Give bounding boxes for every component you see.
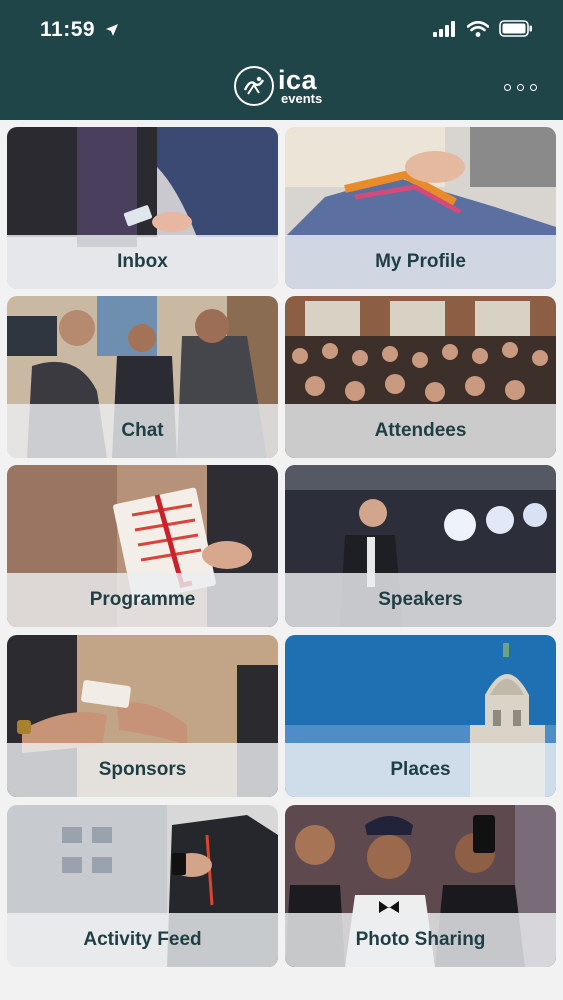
tile-label-band: Sponsors <box>7 743 278 797</box>
tile-places[interactable]: Places <box>285 635 556 797</box>
logo-subtitle: events <box>281 91 323 106</box>
tile-label-band: Activity Feed <box>7 913 278 967</box>
tile-label: Chat <box>121 420 164 441</box>
status-icons <box>433 20 533 37</box>
tile-label-band: My Profile <box>285 235 556 289</box>
more-icon[interactable] <box>504 84 537 91</box>
tile-photo-sharing[interactable]: Photo Sharing <box>285 805 556 967</box>
tile-label: Places <box>390 759 451 780</box>
tile-label: Programme <box>89 589 196 610</box>
tile-label: Speakers <box>378 589 463 610</box>
menu-grid: Inbox My Profile Chat Attendees Programm… <box>0 120 563 1000</box>
tile-label-band: Photo Sharing <box>285 913 556 967</box>
tile-label-band: Attendees <box>285 404 556 458</box>
tile-label: Photo Sharing <box>355 929 486 950</box>
app-header: 11:59 ica events <box>0 0 563 120</box>
tile-label: Activity Feed <box>83 929 202 950</box>
tile-sponsors[interactable]: Sponsors <box>7 635 278 797</box>
tile-label: My Profile <box>375 251 466 272</box>
battery-icon <box>499 20 532 37</box>
tile-label: Attendees <box>374 420 467 441</box>
tile-label-band: Places <box>285 743 556 797</box>
tile-chat[interactable]: Chat <box>7 296 278 458</box>
tile-programme[interactable]: Programme <box>7 465 278 627</box>
location-arrow-icon <box>106 24 119 37</box>
status-time-text: 11:59 <box>40 18 96 41</box>
tile-label: Inbox <box>117 251 168 272</box>
tile-label-band: Chat <box>7 404 278 458</box>
signal-icon <box>433 20 455 37</box>
tile-inbox[interactable]: Inbox <box>7 127 278 289</box>
tile-attendees[interactable]: Attendees <box>285 296 556 458</box>
wifi-icon <box>467 20 489 37</box>
tile-activity-feed[interactable]: Activity Feed <box>7 805 278 967</box>
logo-emblem-icon <box>234 66 274 106</box>
status-time: 11:59 <box>40 18 119 42</box>
tile-label: Sponsors <box>98 759 187 780</box>
tile-label-band: Speakers <box>285 573 556 627</box>
tile-label-band: Inbox <box>7 235 278 289</box>
tile-speakers[interactable]: Speakers <box>285 465 556 627</box>
logo-wordmark: ica <box>278 65 318 95</box>
ica-events-logo: ica events <box>234 66 322 106</box>
tile-my-profile[interactable]: My Profile <box>285 127 556 289</box>
tile-label-band: Programme <box>7 573 278 627</box>
